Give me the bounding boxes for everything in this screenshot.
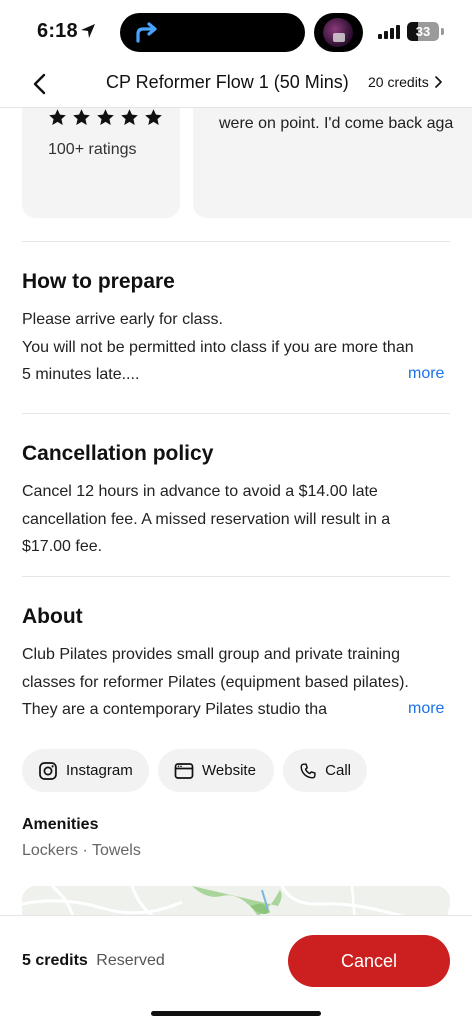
cancel-reservation-button[interactable]: Cancel: [288, 935, 450, 987]
page-title: CP Reformer Flow 1 (50 Mins): [106, 72, 349, 92]
website-button[interactable]: Website: [158, 749, 274, 792]
review-text: were on point. I'd come back aga: [219, 115, 454, 132]
home-indicator[interactable]: [151, 1011, 321, 1016]
nav-header: CP Reformer Flow 1 (50 Mins) 20 credits: [0, 62, 472, 108]
star-icon: [73, 109, 90, 125]
amenities-title: Amenities: [22, 816, 99, 833]
reservation-state: Reserved: [96, 952, 165, 969]
cancellation-text: Cancel 12 hours in advance to avoid a $1…: [22, 483, 391, 555]
about-text: Club Pilates provides small group and pr…: [22, 641, 452, 724]
amenities-list: Lockers · Towels: [22, 842, 141, 859]
back-chevron-icon[interactable]: [28, 70, 52, 98]
browser-window-icon: [174, 762, 194, 779]
reserved-credits: 5 credits: [22, 952, 88, 969]
about-line-2: classes for reformer Pilates (equipment …: [22, 673, 409, 691]
website-label: Website: [202, 762, 256, 779]
rating-card: 100+ ratings: [22, 90, 180, 218]
cellular-signal-icon: [378, 25, 402, 39]
review-card[interactable]: were on point. I'd come back aga: [193, 90, 472, 218]
prepare-more-link[interactable]: more: [408, 365, 444, 383]
chevron-right-icon: [434, 76, 442, 88]
dynamic-island[interactable]: [120, 13, 305, 52]
navigation-arrow-icon: [136, 22, 157, 43]
location-arrow-icon: [81, 24, 95, 38]
instagram-icon: [39, 761, 57, 780]
about-line-1: Club Pilates provides small group and pr…: [22, 646, 400, 663]
prepare-line-3: 5 minutes late....: [22, 366, 140, 383]
star-icon: [121, 109, 138, 125]
prepare-line-1: Please arrive early for class.: [22, 311, 223, 328]
prepare-title: How to prepare: [22, 270, 175, 293]
divider: [22, 241, 450, 242]
prepare-text: Please arrive early for class. You will …: [22, 306, 452, 389]
divider: [22, 413, 450, 414]
battery-level: 33: [415, 24, 431, 39]
cancellation-title: Cancellation policy: [22, 442, 214, 465]
instagram-button[interactable]: Instagram: [22, 749, 149, 792]
status-bar: 6:18 33: [0, 0, 472, 62]
star-icon: [145, 109, 162, 125]
reservation-status: 5 credits Reserved: [22, 952, 165, 970]
bottom-action-bar: 5 credits Reserved Cancel: [0, 915, 472, 1024]
now-playing-indicator[interactable]: [314, 13, 363, 52]
rating-count: 100+ ratings: [48, 141, 137, 158]
about-title: About: [22, 605, 83, 628]
credits-label: 20 credits: [368, 74, 429, 90]
star-icon: [97, 109, 114, 125]
status-time: 6:18: [37, 20, 78, 42]
call-label: Call: [325, 762, 351, 779]
call-button[interactable]: Call: [283, 749, 367, 792]
star-rating: [48, 108, 163, 127]
battery-icon: 33: [407, 22, 439, 41]
about-line-3: They are a contemporary Pilates studio t…: [22, 701, 328, 718]
divider: [22, 576, 450, 577]
battery-cap: [441, 28, 444, 35]
about-more-link[interactable]: more: [408, 700, 444, 718]
prepare-line-2: You will not be permitted into class if …: [22, 338, 414, 356]
phone-icon: [300, 762, 316, 779]
instagram-label: Instagram: [66, 762, 133, 779]
credits-link[interactable]: 20 credits: [368, 74, 443, 90]
album-art-icon: [323, 18, 353, 47]
star-icon: [49, 109, 66, 125]
